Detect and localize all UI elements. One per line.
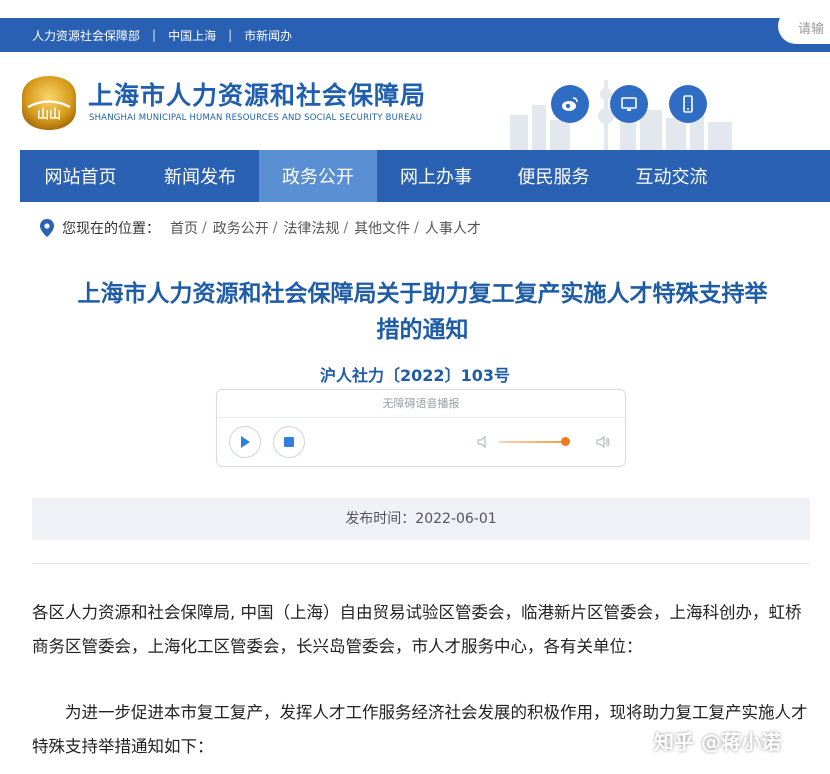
top-link-china-shanghai[interactable]: 中国上海: [168, 27, 216, 44]
monitor-icon[interactable]: [610, 85, 648, 123]
breadcrumb-talent[interactable]: 人事人才: [425, 218, 481, 238]
top-link-separator: |: [228, 28, 233, 42]
search-input[interactable]: 请输: [778, 8, 830, 44]
volume-low-icon[interactable]: [475, 434, 491, 450]
play-icon: [241, 436, 250, 448]
stop-button[interactable]: [273, 426, 305, 458]
site-subtitle: SHANGHAI MUNICIPAL HUMAN RESOURCES AND S…: [89, 113, 423, 123]
top-link-separator: |: [152, 28, 157, 42]
audio-player-label: 无障碍语音播报: [217, 390, 625, 418]
breadcrumb-separator: /: [414, 220, 419, 236]
divider: [32, 563, 810, 564]
document-number: 沪人社力〔2022〕103号: [320, 366, 510, 385]
volume-slider-track[interactable]: [499, 441, 569, 443]
breadcrumb-laws[interactable]: 法律法规: [283, 218, 339, 238]
top-links: 人力资源社会保障部 | 中国上海 | 市新闻办: [32, 18, 292, 52]
mobile-icon[interactable]: [669, 85, 707, 123]
top-link-news-office[interactable]: 市新闻办: [244, 27, 292, 44]
nav-government-affairs[interactable]: 政务公开: [259, 150, 377, 202]
audio-player: 无障碍语音播报: [216, 389, 626, 467]
article-title-line-1: 上海市人力资源和社会保障局关于助力复工复产实施人才特殊支持举: [77, 281, 768, 307]
article-paragraph: 各区人力资源和社会保障局, 中国（上海）自由贸易试验区管委会，临港新片区管委会，…: [32, 603, 802, 656]
top-bar: 人力资源社会保障部 | 中国上海 | 市新闻办: [0, 18, 830, 52]
volume-high-icon[interactable]: [595, 434, 611, 450]
breadcrumb-separator: /: [343, 220, 349, 236]
nav-home[interactable]: 网站首页: [20, 150, 141, 202]
play-button[interactable]: [229, 426, 261, 458]
main-nav: 网站首页 新闻发布 政务公开 网上办事 便民服务 互动交流: [20, 150, 830, 202]
nav-news[interactable]: 新闻发布: [141, 150, 259, 202]
breadcrumb-lead: 您现在的位置：: [62, 221, 160, 237]
svg-text:山山: 山山: [37, 106, 61, 121]
site-title: 上海市人力资源和社会保障局: [88, 81, 427, 110]
weibo-icon[interactable]: [551, 85, 589, 123]
nav-interaction[interactable]: 互动交流: [612, 150, 731, 202]
nav-online-services[interactable]: 网上办事: [377, 150, 495, 202]
article-title: 上海市人力资源和社会保障局关于助力复工复产实施人才特殊支持举 措的通知: [30, 276, 815, 348]
breadcrumb-separator: /: [202, 220, 207, 236]
breadcrumb-home[interactable]: 首页: [170, 218, 198, 238]
article-title-line-2: 措的通知: [376, 317, 469, 343]
top-link-mohrss[interactable]: 人力资源社会保障部: [32, 27, 140, 44]
nav-convenience[interactable]: 便民服务: [495, 150, 612, 202]
stop-icon: [284, 437, 294, 447]
location-pin-icon: [40, 219, 54, 237]
publish-time: 发布时间：2022-06-01: [32, 498, 810, 540]
breadcrumb-other-docs[interactable]: 其他文件: [354, 218, 410, 238]
volume-slider-handle[interactable]: [561, 437, 570, 446]
breadcrumb-government-affairs[interactable]: 政务公开: [213, 218, 269, 238]
bureau-logo[interactable]: 山山: [20, 74, 78, 132]
site-header: 山山 上海市人力资源和社会保障局 SHANGHAI MUNICIPAL HUMA…: [0, 52, 830, 150]
breadcrumb-separator: /: [272, 220, 278, 236]
zhihu-watermark: 知乎 @蒋小诺: [654, 730, 781, 754]
breadcrumb: 您现在的位置： 首页 / 政务公开 / 法律法规 / 其他文件 / 人事人才: [40, 218, 485, 238]
